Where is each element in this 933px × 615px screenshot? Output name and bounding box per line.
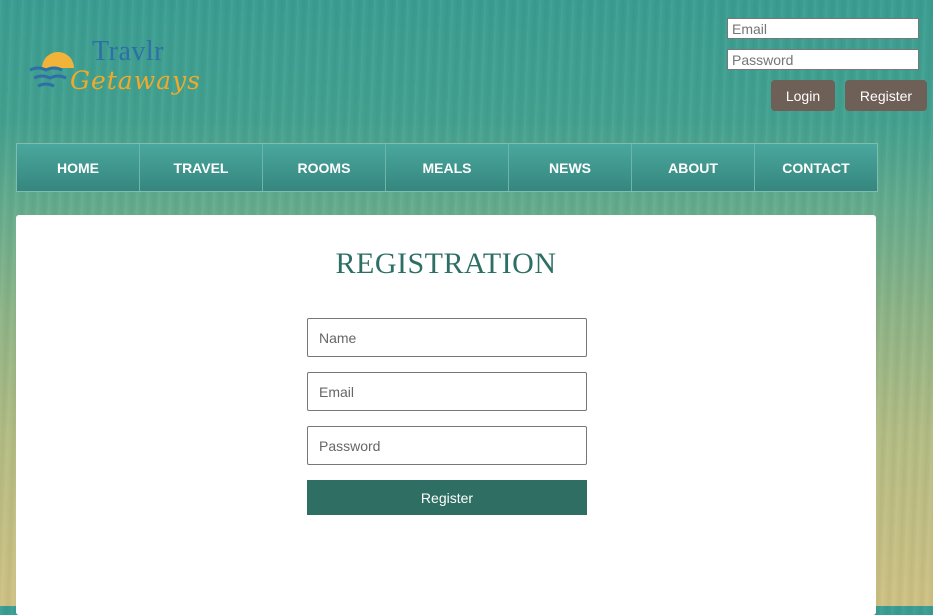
nav-home[interactable]: HOME	[17, 144, 140, 191]
nav-rooms[interactable]: ROOMS	[263, 144, 386, 191]
site-logo[interactable]: Travlr Getaways	[28, 36, 218, 100]
header-email-input[interactable]	[727, 18, 919, 39]
email-field[interactable]	[307, 372, 587, 411]
name-field[interactable]	[307, 318, 587, 357]
header-register-button[interactable]: Register	[845, 80, 927, 111]
page-title: REGISTRATION	[335, 247, 557, 280]
password-field[interactable]	[307, 426, 587, 465]
nav-news[interactable]: NEWS	[509, 144, 632, 191]
registration-panel: REGISTRATION Register	[16, 215, 876, 615]
nav-meals[interactable]: MEALS	[386, 144, 509, 191]
main-nav: HOME TRAVEL ROOMS MEALS NEWS ABOUT CONTA…	[16, 143, 878, 192]
header-password-input[interactable]	[727, 49, 919, 70]
register-submit-button[interactable]: Register	[307, 480, 587, 515]
logo-title: Travlr	[92, 36, 164, 67]
login-button[interactable]: Login	[771, 80, 835, 111]
nav-about[interactable]: ABOUT	[632, 144, 755, 191]
logo-subtitle: Getaways	[70, 66, 201, 95]
nav-contact[interactable]: CONTACT	[755, 144, 877, 191]
nav-travel[interactable]: TRAVEL	[140, 144, 263, 191]
